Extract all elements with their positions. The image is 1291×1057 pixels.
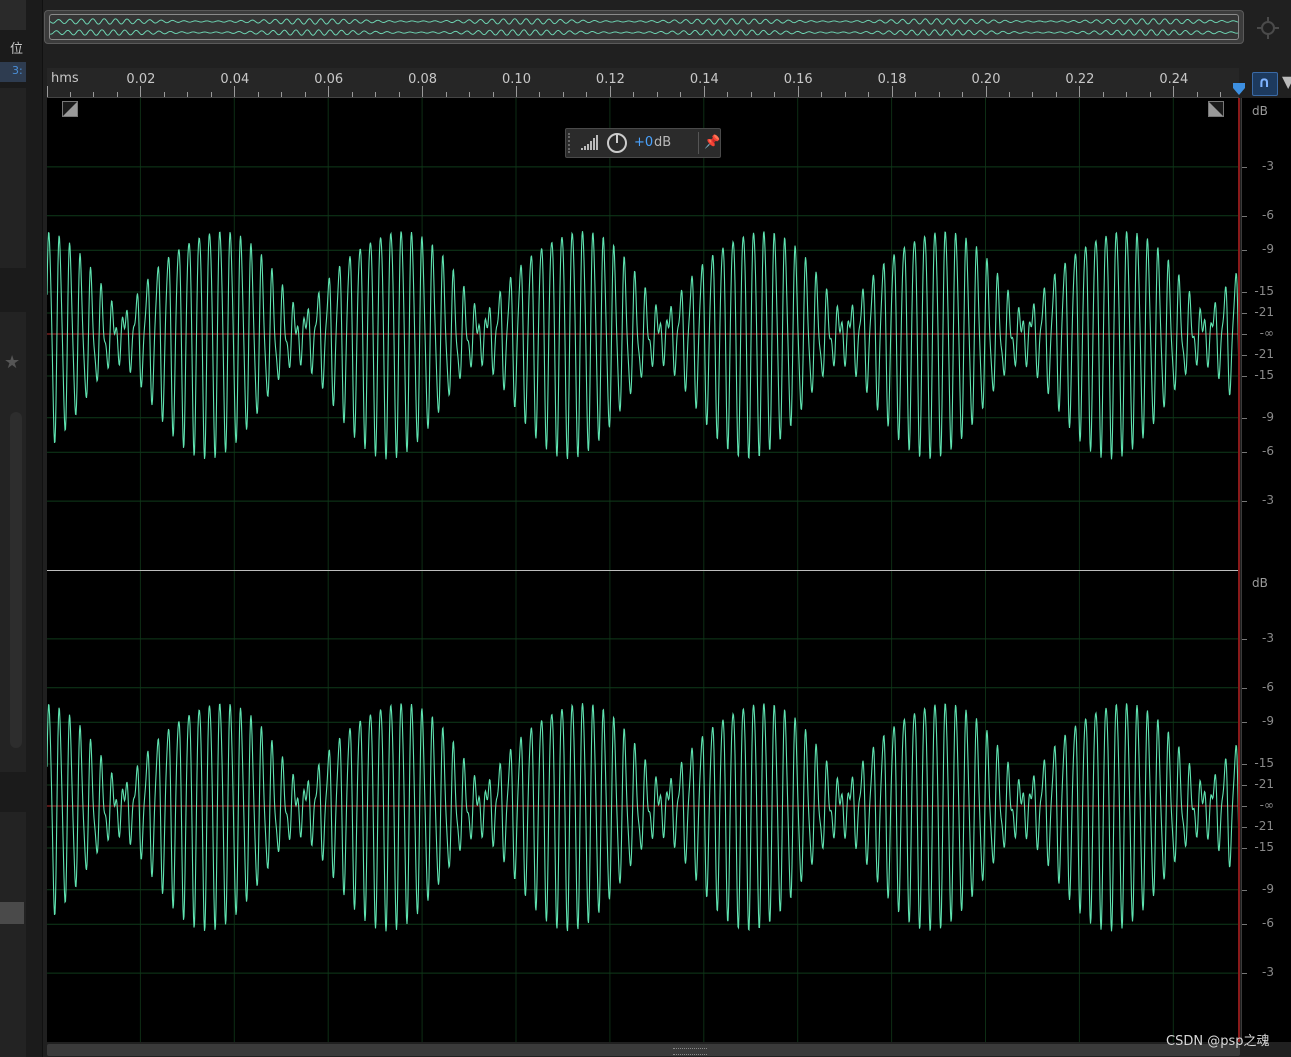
ruler-unit-label: hms (51, 71, 79, 86)
ruler-tick-label: 0.08 (408, 72, 437, 87)
pin-icon[interactable]: 📌 (704, 135, 720, 150)
hud-divider (698, 132, 699, 154)
ruler-tick-label: 0.24 (1159, 72, 1188, 87)
ruler-tick-label: 0.10 (502, 72, 531, 87)
waveform-channel-left (47, 231, 1240, 460)
db-scale-label: -3 (1262, 158, 1274, 173)
snap-icon: ∩ (1258, 73, 1271, 91)
ruler-tick-label: 0.16 (784, 72, 813, 87)
left-panel-item[interactable] (0, 902, 24, 924)
db-scale-label: -15 (1254, 756, 1274, 771)
zoom-navigator-icon[interactable] (1256, 16, 1280, 40)
left-panel-block (0, 0, 26, 30)
gain-unit: dB (654, 135, 672, 150)
ruler-tick-label: 0.02 (126, 72, 155, 87)
db-scale-label: -6 (1262, 207, 1274, 222)
gain-hud[interactable]: +0 dB 📌 (565, 128, 721, 158)
db-scale-tick (1242, 452, 1247, 454)
db-scale-label: -15 (1254, 839, 1274, 854)
corner-fade-in-icon[interactable] (62, 101, 78, 117)
db-scale-tick (1242, 292, 1247, 294)
db-scale-label: -9 (1262, 409, 1274, 424)
ruler-tick-label: 0.04 (220, 72, 249, 87)
db-scale-label: -21 (1254, 819, 1274, 834)
db-scale-label: -6 (1262, 444, 1274, 459)
db-scale-label: -21 (1254, 776, 1274, 791)
ruler-tick-label: 0.12 (596, 72, 625, 87)
db-scale-label: -21 (1254, 347, 1274, 362)
filter-icon[interactable]: ▼ (1282, 72, 1291, 92)
db-scale-tick (1242, 827, 1247, 829)
db-scale-tick (1242, 250, 1247, 252)
overview-waveform (50, 18, 1238, 36)
ruler-tick-label: 0.06 (314, 72, 343, 87)
db-scale-tick (1242, 806, 1247, 807)
ruler-tick-label: 0.22 (1065, 72, 1094, 87)
db-scale-tick (1242, 501, 1247, 503)
db-scale-tick (1242, 312, 1247, 314)
db-scale-label: -15 (1254, 284, 1274, 299)
db-scale-tick (1242, 687, 1247, 689)
star-icon[interactable]: ★ (4, 352, 20, 373)
gain-value[interactable]: +0 (634, 135, 653, 150)
overview-wave-right (50, 29, 1238, 36)
db-scale-tick (1242, 722, 1247, 724)
ruler-tick-label: 0.20 (972, 72, 1001, 87)
waveform-canvas (47, 98, 1240, 1042)
db-scale-tick (1242, 638, 1247, 640)
db-scale-label: -6 (1262, 679, 1274, 694)
db-scale-tick (1242, 924, 1247, 926)
db-scale-label: -3 (1262, 493, 1274, 508)
db-scale-tick (1242, 334, 1247, 335)
left-panel-scrollbar[interactable] (10, 412, 22, 748)
overview-visible-range[interactable] (49, 14, 1239, 40)
db-unit-label: dB (1252, 104, 1268, 118)
ruler-tick-label: 0.18 (878, 72, 907, 87)
db-scale-tick (1242, 973, 1247, 975)
time-ruler[interactable]: 0.02 0.04 0.06 0.08 0.10 0.12 0.14 0.16 0.18 0.20… (47, 68, 1239, 98)
db-scale-label: -∞ (1259, 326, 1274, 340)
waveform-display[interactable] (47, 98, 1240, 1042)
db-scale-tick (1242, 847, 1247, 849)
ruler-ticks: 0.02 0.04 0.06 0.08 0.10 0.12 0.14 0.16 0.18 0.20… (47, 72, 1221, 97)
db-scale-tick (1242, 355, 1247, 357)
db-scale-tick (1242, 215, 1247, 217)
db-scale[interactable]: dB -3 -6 -9 -15 -21 -∞ -21 -15 -9 -6 -3 dB -3 -6 -9 -15 -… (1241, 98, 1291, 1042)
left-panel-value[interactable]: 3: (12, 64, 23, 77)
left-panel-block (0, 812, 26, 1057)
db-scale-tick (1242, 166, 1247, 168)
meter-icon (581, 135, 598, 150)
ruler-tick-label: 0.14 (690, 72, 719, 87)
db-scale-label: -21 (1254, 304, 1274, 319)
scrollbar-grip[interactable] (673, 1048, 707, 1055)
overview-wave-left (50, 18, 1238, 25)
db-scale-label: -9 (1262, 242, 1274, 257)
horizontal-scrollbar[interactable] (47, 1044, 1240, 1056)
snap-button[interactable]: ∩ (1252, 72, 1278, 96)
db-unit-label: dB (1252, 576, 1268, 590)
playhead-marker-icon[interactable] (1232, 82, 1246, 96)
db-scale-label: -3 (1262, 965, 1274, 980)
db-scale-tick (1242, 764, 1247, 766)
left-panel-block (0, 88, 26, 268)
db-scale-label: -9 (1262, 881, 1274, 896)
db-scale-tick (1242, 375, 1247, 377)
db-scale-tick (1242, 784, 1247, 786)
watermark: CSDN @psp之魂 (1166, 1034, 1270, 1049)
db-scale-label: -3 (1262, 630, 1274, 645)
db-scale-tick (1242, 889, 1247, 891)
db-scale-label: -9 (1262, 714, 1274, 729)
waveform-channel-right (47, 703, 1240, 932)
db-scale-tick (1242, 417, 1247, 419)
db-scale-label: -6 (1262, 916, 1274, 931)
db-scale-label: -∞ (1259, 798, 1274, 812)
hud-drag-handle[interactable] (568, 133, 576, 153)
corner-fade-out-icon[interactable] (1208, 101, 1224, 117)
waveform-overview[interactable] (44, 10, 1244, 44)
left-panel-label: 位 (10, 42, 24, 57)
db-scale-label: -15 (1254, 367, 1274, 382)
knob-icon[interactable] (606, 132, 628, 154)
